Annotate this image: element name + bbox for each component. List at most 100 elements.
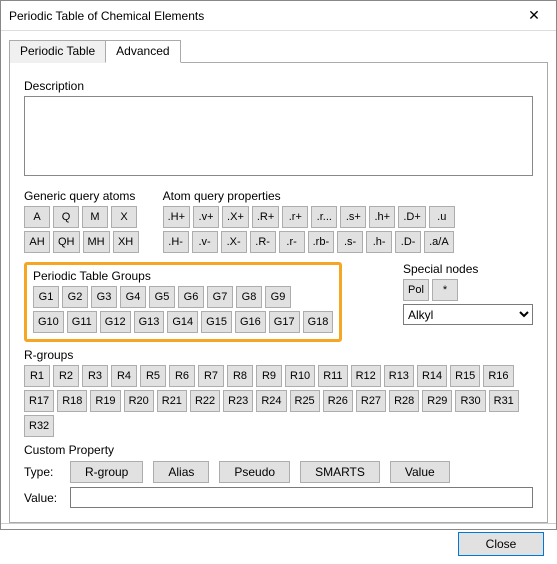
cell-r26[interactable]: R26 [323,390,353,412]
type-value[interactable]: Value [390,461,450,483]
cell-r[interactable]: .R- [250,231,276,253]
cell-g6[interactable]: G6 [178,286,204,308]
cell-aa[interactable]: .a/A [424,231,454,253]
cell-r30[interactable]: R30 [455,390,485,412]
type-pseudo[interactable]: Pseudo [219,461,290,483]
special-dropdown[interactable]: Alkyl [403,304,533,325]
tab-advanced[interactable]: Advanced [105,40,180,63]
tab-periodic-table[interactable]: Periodic Table [9,40,106,63]
cell-g4[interactable]: G4 [120,286,146,308]
cell-r24[interactable]: R24 [256,390,286,412]
cell-r21[interactable]: R21 [157,390,187,412]
close-button[interactable]: Close [458,532,544,556]
cell-h[interactable]: .h- [366,231,392,253]
cell-m[interactable]: M [82,206,108,228]
cell-r20[interactable]: R20 [124,390,154,412]
cell-r25[interactable]: R25 [290,390,320,412]
cell-r[interactable]: .r... [311,206,337,228]
cell-h[interactable]: .H+ [163,206,190,228]
cell-r15[interactable]: R15 [450,365,480,387]
cell-r[interactable]: .R+ [252,206,279,228]
cell-r12[interactable]: R12 [351,365,381,387]
cell-[interactable]: * [432,279,458,301]
cell-g10[interactable]: G10 [33,311,64,333]
cell-r16[interactable]: R16 [483,365,513,387]
cell-r13[interactable]: R13 [384,365,414,387]
cell-d[interactable]: .D+ [398,206,425,228]
close-icon[interactable]: ✕ [512,1,556,31]
rgroups-row1: R1R2R3R4R5R6R7R8R9R10R11R12R13R14R15R16 [24,365,533,387]
cell-r1[interactable]: R1 [24,365,50,387]
type-rgroup[interactable]: R-group [70,461,143,483]
tabs-container: Periodic Table Advanced Description Gene… [1,31,556,523]
cell-g16[interactable]: G16 [235,311,266,333]
cell-r11[interactable]: R11 [318,365,347,387]
cell-r9[interactable]: R9 [256,365,282,387]
cell-r[interactable]: .r- [279,231,305,253]
cell-g15[interactable]: G15 [201,311,232,333]
generic-row1: AQMX [24,206,139,228]
description-textarea[interactable] [24,96,533,176]
cell-x[interactable]: .X- [221,231,247,253]
cell-r2[interactable]: R2 [53,365,79,387]
tab-content-advanced: Description Generic query atoms AQMX AHQ… [9,63,548,523]
cell-r18[interactable]: R18 [57,390,87,412]
cell-g8[interactable]: G8 [236,286,262,308]
rgroups-label: R-groups [24,348,533,362]
cell-r4[interactable]: R4 [111,365,137,387]
cell-a[interactable]: A [24,206,50,228]
cell-g18[interactable]: G18 [303,311,334,333]
cell-r31[interactable]: R31 [489,390,519,412]
cell-q[interactable]: Q [53,206,79,228]
value-input[interactable] [70,487,533,508]
type-smarts[interactable]: SMARTS [300,461,380,483]
cell-v[interactable]: .v- [192,231,218,253]
cell-x[interactable]: .X+ [222,206,249,228]
cell-r27[interactable]: R27 [356,390,386,412]
cell-r10[interactable]: R10 [285,365,315,387]
cell-g3[interactable]: G3 [91,286,117,308]
cell-r5[interactable]: R5 [140,365,166,387]
cell-g5[interactable]: G5 [149,286,175,308]
cell-r17[interactable]: R17 [24,390,54,412]
cell-g14[interactable]: G14 [167,311,198,333]
cell-r3[interactable]: R3 [82,365,108,387]
cell-r32[interactable]: R32 [24,415,54,437]
cell-r8[interactable]: R8 [227,365,253,387]
cell-u[interactable]: .u [429,206,455,228]
cell-r[interactable]: .r+ [282,206,308,228]
cell-h[interactable]: .H- [163,231,189,253]
cell-d[interactable]: .D- [395,231,421,253]
cell-g1[interactable]: G1 [33,286,59,308]
cell-g9[interactable]: G9 [265,286,291,308]
cell-mh[interactable]: MH [83,231,110,253]
cell-r14[interactable]: R14 [417,365,447,387]
cell-ah[interactable]: AH [24,231,50,253]
window-title: Periodic Table of Chemical Elements [9,9,204,23]
cell-xh[interactable]: XH [113,231,139,253]
description-label: Description [24,79,533,93]
cell-r6[interactable]: R6 [169,365,195,387]
cell-g2[interactable]: G2 [62,286,88,308]
cell-rb[interactable]: .rb- [308,231,335,253]
cell-h[interactable]: .h+ [369,206,395,228]
cell-r19[interactable]: R19 [90,390,120,412]
cell-g17[interactable]: G17 [269,311,300,333]
value-label: Value: [24,491,62,505]
cell-g7[interactable]: G7 [207,286,233,308]
cell-r7[interactable]: R7 [198,365,224,387]
cell-s[interactable]: .s+ [340,206,366,228]
cell-g11[interactable]: G11 [67,311,97,333]
cell-g13[interactable]: G13 [134,311,165,333]
type-alias[interactable]: Alias [153,461,209,483]
cell-qh[interactable]: QH [53,231,80,253]
cell-r29[interactable]: R29 [422,390,452,412]
cell-r28[interactable]: R28 [389,390,419,412]
cell-s[interactable]: .s- [337,231,363,253]
cell-x[interactable]: X [111,206,137,228]
cell-r23[interactable]: R23 [223,390,253,412]
cell-g12[interactable]: G12 [100,311,131,333]
cell-pol[interactable]: Pol [403,279,429,301]
cell-r22[interactable]: R22 [190,390,220,412]
cell-v[interactable]: .v+ [193,206,219,228]
